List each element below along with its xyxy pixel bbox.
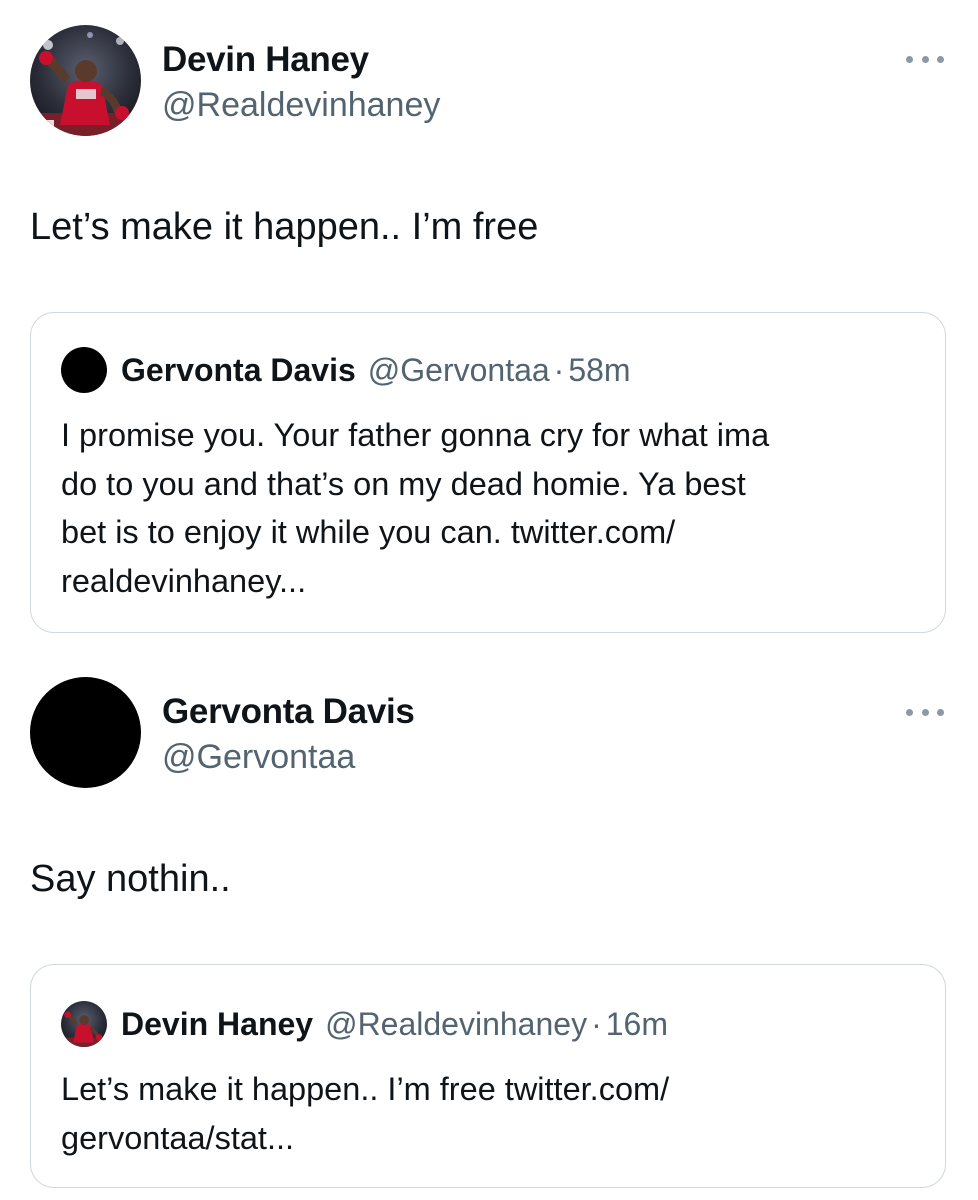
- quote-tweet[interactable]: Gervonta Davis @Gervontaa · 58m I promis…: [30, 312, 946, 633]
- more-dot: [937, 55, 944, 63]
- quote-header: Devin Haney @Realdevinhaney · 16m: [61, 1001, 668, 1047]
- quote-avatar[interactable]: [61, 347, 107, 393]
- author-name[interactable]: Gervonta Davis: [162, 692, 415, 732]
- author-handle[interactable]: @Gervontaa: [162, 738, 355, 777]
- quote-author-name[interactable]: Devin Haney: [121, 1006, 313, 1043]
- author-handle[interactable]: @Realdevinhaney: [162, 86, 440, 125]
- quote-header: Gervonta Davis @Gervontaa · 58m: [61, 347, 631, 393]
- boxer-photo-avatar: [30, 25, 141, 136]
- more-dot: [937, 708, 944, 716]
- tweet-text: Say nothin..: [30, 858, 231, 900]
- quote-timestamp[interactable]: 16m: [606, 1006, 668, 1043]
- avatar[interactable]: [30, 677, 141, 788]
- quote-avatar[interactable]: [61, 1001, 107, 1047]
- quote-text: Let’s make it happen.. I’m free twitter.…: [61, 1071, 670, 1156]
- more-dot: [906, 55, 913, 63]
- avatar[interactable]: [30, 25, 141, 136]
- more-horizontal-icon[interactable]: [906, 52, 944, 66]
- tweet-text: Let’s make it happen.. I’m free: [30, 206, 539, 248]
- quote-tweet[interactable]: Devin Haney @Realdevinhaney · 16m Let’s …: [30, 964, 946, 1188]
- quote-text: I promise you. Your father gonna cry for…: [61, 417, 770, 599]
- quote-author-handle[interactable]: @Gervontaa: [368, 352, 550, 389]
- boxer-photo-avatar: [61, 1001, 107, 1047]
- quote-timestamp[interactable]: 58m: [568, 352, 630, 389]
- tweet[interactable]: Devin Haney @Realdevinhaney Let’s make i…: [0, 0, 978, 650]
- author-name[interactable]: Devin Haney: [162, 40, 369, 80]
- quote-author-name[interactable]: Gervonta Davis: [121, 352, 356, 389]
- more-dot: [921, 55, 929, 63]
- more-dot: [921, 708, 929, 716]
- tweet[interactable]: Gervonta Davis @Gervontaa Say nothin.. D…: [0, 650, 978, 1200]
- separator-dot: ·: [553, 351, 565, 388]
- quote-author-handle[interactable]: @Realdevinhaney: [325, 1006, 587, 1043]
- more-dot: [906, 708, 913, 716]
- separator-dot: ·: [591, 1005, 602, 1042]
- more-horizontal-icon[interactable]: [906, 705, 944, 719]
